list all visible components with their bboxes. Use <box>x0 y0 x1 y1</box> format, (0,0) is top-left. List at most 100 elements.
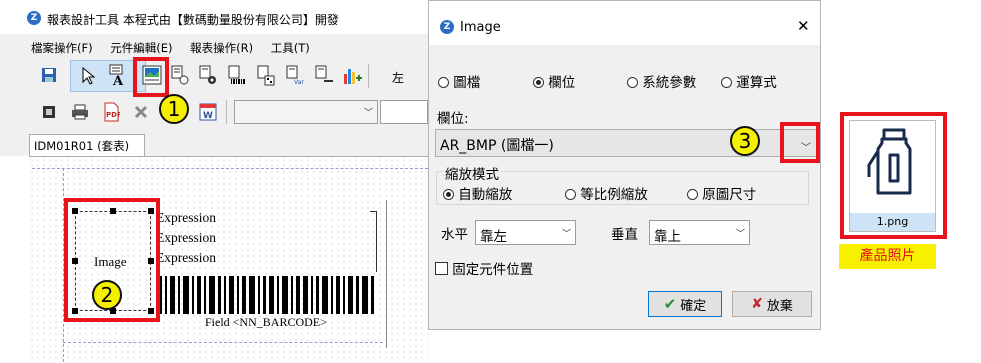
source-option-image-file[interactable]: 圖檔 <box>438 71 480 91</box>
source-option-label: 圖檔 <box>453 75 481 91</box>
svg-text:PDF: PDF <box>106 111 120 119</box>
dialog-app-icon: Z <box>440 20 454 34</box>
vertical-select[interactable]: 靠上 ﹀ <box>649 220 750 245</box>
qrcode-tool-icon[interactable] <box>255 64 277 86</box>
radio-button[interactable] <box>721 77 732 88</box>
chevron-down-icon[interactable]: ﹀ <box>801 139 811 154</box>
word-export-icon[interactable]: W <box>197 101 219 123</box>
toolbar-separator-2 <box>226 100 227 124</box>
cancel-button-label: 放棄 <box>766 298 793 314</box>
left-gutter <box>0 156 29 362</box>
barcode-graphic[interactable] <box>158 276 378 314</box>
horizontal-select-value: 靠左 <box>480 229 507 245</box>
radio-button[interactable] <box>565 189 576 200</box>
check-icon: ✔ <box>663 295 677 313</box>
menu-report[interactable]: 報表操作(R) <box>190 41 253 55</box>
menu-file[interactable]: 檔案操作(F) <box>31 41 93 55</box>
fix-position-checkbox-row[interactable]: 固定元件位置 <box>435 258 533 278</box>
preview-caption-text: 產品照片 <box>859 248 916 264</box>
cancel-button[interactable]: ✘ 放棄 <box>732 291 812 317</box>
fix-position-label: 固定元件位置 <box>452 262 534 278</box>
source-option-system-param[interactable]: 系統參數 <box>627 71 696 91</box>
tab-label: IDM01R01 (套表) <box>34 139 130 153</box>
toolbar-row-1: A Var 左 <box>30 58 428 94</box>
canvas-band-bottom <box>63 342 383 343</box>
highlight-field-dropdown <box>780 122 820 163</box>
scale-option-label: 原圖尺寸 <box>702 187 757 203</box>
cross-icon: ✘ <box>751 296 763 312</box>
canvas-band-line <box>32 168 428 169</box>
source-option-expression[interactable]: 運算式 <box>721 71 777 91</box>
horizontal-label: 水平 <box>441 227 468 243</box>
preview-filename: 1.png <box>876 215 909 228</box>
ok-button-label: 確定 <box>680 298 707 314</box>
svg-text:W: W <box>203 111 213 121</box>
designer-title-bar: Z 報表設計工具 本程式由【數碼動量股份有限公司】開發 <box>0 0 428 34</box>
property-icon[interactable] <box>38 101 60 123</box>
pointer-icon[interactable] <box>77 65 99 87</box>
chart-tool-icon[interactable] <box>341 64 363 86</box>
tab-idm01r01[interactable]: IDM01R01 (套表) <box>29 134 145 156</box>
vertical-select-value: 靠上 <box>654 229 681 245</box>
radio-button[interactable] <box>687 189 698 200</box>
toolbar-font-combo[interactable]: ﹀ <box>234 100 378 124</box>
shape-tool-icon[interactable] <box>169 64 191 86</box>
print-icon[interactable] <box>69 101 91 123</box>
scale-option-original[interactable]: 原圖尺寸 <box>687 183 756 203</box>
callout-badge-1: 1 <box>159 94 189 124</box>
scale-mode-legend: 縮放模式 <box>443 163 501 183</box>
radio-button[interactable] <box>627 77 638 88</box>
radio-button-selected[interactable] <box>533 77 544 88</box>
text-tool-icon[interactable]: A <box>107 64 129 86</box>
preview-caption: 產品照片 <box>839 244 936 269</box>
variable-tool-icon[interactable]: Var <box>284 64 306 86</box>
radio-button-selected[interactable] <box>443 189 454 200</box>
menu-edit[interactable]: 元件編輯(E) <box>110 41 172 55</box>
delete-icon[interactable] <box>130 101 152 123</box>
toolbar-align-left-text[interactable]: 左 <box>392 69 404 86</box>
scale-option-proportional[interactable]: 等比例縮放 <box>565 183 648 203</box>
field-bracket <box>370 211 377 272</box>
line-tool-icon[interactable] <box>313 64 335 86</box>
horizontal-select[interactable]: 靠左 ﹀ <box>475 220 576 245</box>
record-tool-icon[interactable] <box>197 64 219 86</box>
close-icon[interactable]: ✕ <box>797 17 810 35</box>
save-icon[interactable] <box>38 64 60 86</box>
chevron-down-icon: ﹀ <box>735 229 745 239</box>
menu-bar: 檔案操作(F) 元件編輯(E) 報表操作(R) 工具(T) <box>31 40 324 56</box>
barcode-tool-icon[interactable] <box>226 64 248 86</box>
preview-filename-bar: 1.png <box>850 213 935 231</box>
designer-window: Z 報表設計工具 本程式由【數碼動量股份有限公司】開發 檔案操作(F) 元件編輯… <box>0 0 428 363</box>
ok-button[interactable]: ✔ 確定 <box>648 291 722 317</box>
expression-field-2[interactable]: Expression <box>156 230 216 246</box>
highlight-image-tool <box>133 57 169 97</box>
radio-button[interactable] <box>438 77 449 88</box>
dialog-title: Image <box>460 20 501 35</box>
menu-tools[interactable]: 工具(T) <box>271 41 310 55</box>
canvas-right-edge <box>386 200 387 348</box>
source-option-label: 欄位 <box>548 75 576 91</box>
expression-field-1[interactable]: Expression <box>156 210 216 226</box>
svg-text:Var: Var <box>294 79 304 86</box>
vertical-label: 垂直 <box>611 227 638 243</box>
scale-option-label: 等比例縮放 <box>580 187 648 203</box>
window-title: 報表設計工具 本程式由【數碼動量股份有限公司】開發 <box>47 13 339 27</box>
source-option-field[interactable]: 欄位 <box>533 71 575 91</box>
svg-text:A: A <box>112 74 124 86</box>
preview-thumbnail[interactable]: 1.png <box>849 120 936 232</box>
field-select[interactable]: AR_BMP (圖檔一) <box>435 129 818 157</box>
fix-position-checkbox[interactable] <box>435 262 448 275</box>
field-select-value: AR_BMP (圖檔一) <box>440 138 554 154</box>
toolbar-separator <box>368 64 369 88</box>
barcode-field-label: Field <NN_BARCODE> <box>205 315 327 329</box>
expression-field-3[interactable]: Expression <box>156 250 216 266</box>
toolbar-row-2: PDF W ﹀ <box>30 96 428 128</box>
app-icon: Z <box>27 11 41 25</box>
thermos-bottle-icon <box>867 128 912 195</box>
callout-badge-3: 3 <box>730 126 760 156</box>
toolbar-size-combo[interactable] <box>380 100 428 124</box>
pdf-export-icon[interactable]: PDF <box>100 101 122 123</box>
scale-option-label: 自動縮放 <box>458 187 513 203</box>
chevron-down-icon: ﹀ <box>561 229 571 239</box>
scale-option-auto[interactable]: 自動縮放 <box>443 183 512 203</box>
